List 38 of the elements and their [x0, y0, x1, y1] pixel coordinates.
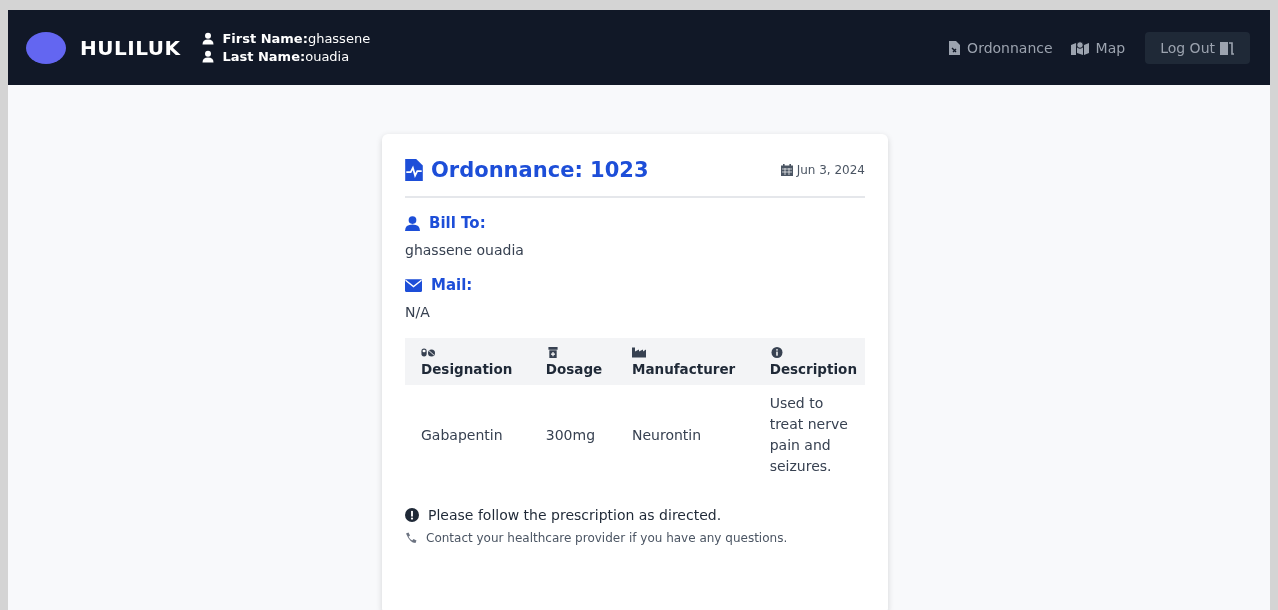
table-cell: Gabapentin: [405, 385, 532, 485]
pills-icon: [421, 347, 435, 358]
document-icon: [948, 40, 961, 55]
info-icon: [769, 347, 784, 358]
factory-icon: [632, 347, 646, 358]
map-icon: [1070, 40, 1089, 55]
user-icon: [405, 215, 420, 231]
section-heading: Bill To:: [429, 214, 486, 232]
door-icon: [1219, 40, 1235, 55]
date-text: Jun 3, 2024: [796, 163, 865, 177]
exclamation-icon: [405, 508, 419, 522]
note-text: Please follow the prescription as directed.: [428, 507, 722, 523]
section-heading: Mail:: [431, 276, 473, 294]
prescription-bottle-icon: [545, 347, 560, 358]
note-text: Contact your healthcare provider if you have any questions.: [426, 531, 788, 545]
column-header: Manufacturer: [618, 338, 756, 385]
card-title: Ordonnance: 1023: [431, 158, 649, 182]
brand-name: HULILUK: [80, 35, 181, 60]
nav-link[interactable]: Map: [1070, 39, 1126, 56]
column-header: Dosage: [531, 338, 618, 385]
column-header: Description: [755, 338, 865, 385]
user-info: Last Name:ouadia: [222, 49, 350, 64]
user-info: First Name:ghassene: [222, 31, 371, 46]
phone-icon: [405, 532, 417, 544]
table-cell: Used to treat nerve pain and seizures.: [755, 385, 865, 485]
nav-link[interactable]: Ordonnance: [948, 39, 1053, 56]
logout-button[interactable]: Log Out: [1145, 31, 1250, 64]
user-icon: [202, 50, 215, 63]
calendar-icon: [780, 164, 793, 176]
section-value: ghassene ouadia: [405, 242, 525, 258]
column-header: Designation: [405, 338, 532, 385]
logo-icon: [26, 31, 66, 64]
section-value: N/A: [405, 304, 431, 320]
mail-icon: [405, 278, 422, 292]
table-cell: 300mg: [531, 385, 618, 485]
user-icon: [202, 32, 215, 45]
table-cell: Neurontin: [618, 385, 756, 485]
medical-file-icon: [405, 159, 423, 181]
